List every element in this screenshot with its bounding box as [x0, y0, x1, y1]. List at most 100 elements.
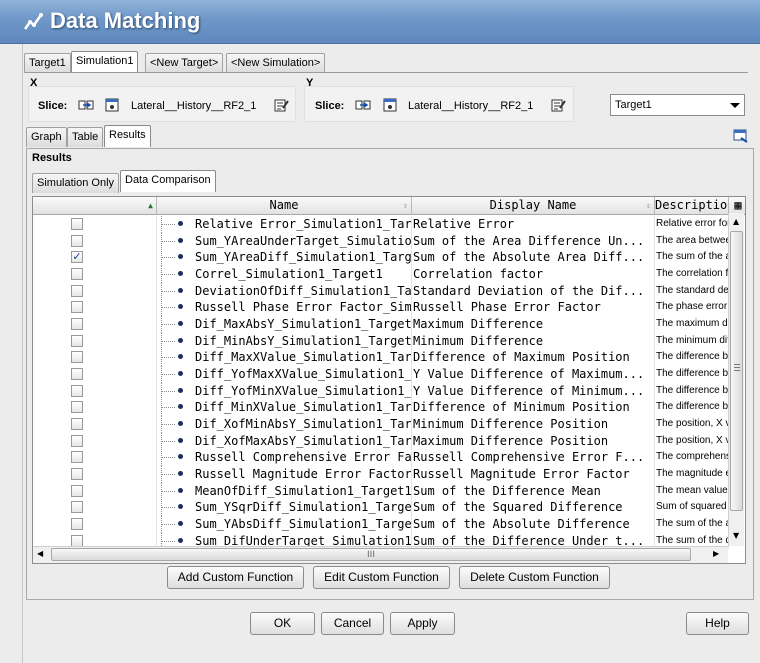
y-slice-window-icon[interactable] [382, 97, 398, 113]
row-checkbox[interactable] [71, 334, 83, 347]
table-row[interactable]: Dif_XofMinAbsY_Simulation1_Target1Minimu… [33, 416, 729, 433]
row-name: DeviationOfDiff_Simulation1_Target1 [195, 283, 412, 298]
table-row[interactable]: Dif_MaxAbsY_Simulation1_Target1 Maximum D… [33, 316, 729, 333]
sort-up-icon: ▲ [148, 201, 153, 210]
row-checkbox[interactable] [71, 418, 83, 431]
row-checkbox[interactable] [71, 368, 83, 381]
row-description: The correlation factor [655, 266, 729, 283]
row-checkbox[interactable] [71, 318, 83, 331]
ok-button[interactable]: OK [250, 612, 315, 635]
row-checkbox[interactable] [71, 501, 83, 514]
tab-graph[interactable]: Graph [26, 127, 67, 147]
row-check-cell [33, 266, 157, 283]
table-row[interactable]: Diff_MinXValue_Simulation1_Target1Differ… [33, 399, 729, 417]
tab-data-comparison[interactable]: Data Comparison [120, 170, 216, 192]
row-description: Sum of squared difference [655, 499, 729, 517]
table-row[interactable]: Diff_YofMinXValue_Simulation1_Target1Y V… [33, 382, 729, 400]
header-description[interactable]: Description [655, 197, 729, 215]
tree-line [161, 340, 175, 342]
row-name: Diff_YofMinXValue_Simulation1_Target1 [195, 383, 412, 398]
header-description-label: Description [655, 198, 729, 212]
scroll-up-icon[interactable]: ▲ [733, 217, 739, 226]
target-select[interactable]: Target1 [610, 94, 745, 116]
add-custom-function-button[interactable]: Add Custom Function [167, 566, 304, 589]
tab-new-simulation[interactable]: <New Simulation> [226, 53, 326, 73]
row-name: MeanOfDiff_Simulation1_Target1 [195, 483, 412, 498]
y-slice-edit-icon[interactable] [550, 97, 566, 113]
table-row[interactable]: ✓ Sum_YAreaDiff_Simulation1_Target1 Sum of… [33, 249, 729, 266]
table-row[interactable]: Russell Magnitude Error Factor Russell Ma… [33, 466, 729, 483]
table-row[interactable]: Correl_Simulation1_Target1 Correlation fa… [33, 266, 729, 283]
vertical-scroll-thumb[interactable] [730, 231, 743, 511]
header-display-name[interactable]: Display Name ⇕ [412, 197, 655, 215]
bullet-icon [178, 487, 183, 493]
delete-custom-function-button[interactable]: Delete Custom Function [459, 566, 610, 589]
tab-target1[interactable]: Target1 [24, 53, 71, 73]
table-row[interactable]: Russell Comprehensive Error FactorRussel… [33, 449, 729, 467]
bullet-icon [178, 237, 183, 243]
table-row[interactable]: Diff_MaxXValue_Simulation1_Target1Differ… [33, 349, 729, 367]
bullet-icon [178, 421, 183, 427]
row-checkbox[interactable] [71, 401, 83, 414]
horizontal-scroll-thumb[interactable]: III [51, 548, 691, 561]
row-display-name: Russell Comprehensive Error F... [412, 449, 655, 467]
edit-custom-function-button[interactable]: Edit Custom Function [313, 566, 450, 589]
tab-simulation-only[interactable]: Simulation Only [32, 173, 120, 193]
row-name-cell: Relative Error_Simulation1_Target1 [157, 216, 412, 233]
table-row[interactable]: DeviationOfDiff_Simulation1_Target1Stand… [33, 282, 729, 300]
header-check[interactable]: ▲ [33, 197, 157, 215]
row-checkbox[interactable] [71, 434, 83, 447]
row-checkbox[interactable] [71, 268, 83, 280]
row-display-name: Difference of Minimum Position [412, 399, 655, 417]
vertical-scrollbar[interactable]: ▲ ▼ [728, 213, 744, 546]
row-display-name: Y Value Difference of Maximum... [412, 366, 655, 383]
row-checkbox[interactable] [71, 234, 83, 247]
horizontal-scrollbar[interactable]: ◀ III ▶ [33, 546, 728, 563]
row-checkbox[interactable] [71, 468, 83, 481]
table-row[interactable]: Dif_MinAbsY_Simulation1_Target1 Minimum D… [33, 332, 729, 350]
row-name: Sum_YAreaUnderTarget_Simulation1 [195, 233, 412, 248]
row-checkbox[interactable] [71, 301, 83, 314]
table-row[interactable]: MeanOfDiff_Simulation1_Target1 Sum of the… [33, 482, 729, 500]
row-name: Sum_YSqrDiff_Simulation1_Target1 [195, 500, 412, 515]
row-checkbox[interactable] [71, 384, 83, 397]
y-slice-select-icon[interactable] [355, 97, 371, 113]
row-checkbox-checked[interactable]: ✓ [71, 251, 83, 264]
tab-simulation1[interactable]: Simulation1 [71, 51, 139, 73]
cancel-button[interactable]: Cancel [321, 612, 384, 635]
data-matching-icon [23, 13, 43, 30]
row-check-cell [33, 449, 157, 467]
x-slice-edit-icon[interactable] [273, 97, 289, 113]
export-icon[interactable] [733, 128, 749, 144]
x-slice-window-icon[interactable] [104, 97, 120, 113]
tab-table[interactable]: Table [67, 127, 104, 147]
apply-button[interactable]: Apply [390, 612, 455, 635]
table-row[interactable]: Relative Error_Simulation1_Target1Relati… [33, 216, 729, 233]
row-checkbox[interactable] [71, 534, 83, 547]
table-row[interactable]: Sum_YAbsDiff_Simulation1_Target1 Sum of t… [33, 516, 729, 533]
help-button[interactable]: Help [686, 612, 749, 635]
tab-results[interactable]: Results [104, 125, 151, 147]
row-checkbox[interactable] [71, 451, 83, 464]
row-checkbox[interactable] [71, 351, 83, 364]
tab-new-target[interactable]: <New Target> [145, 53, 224, 73]
row-checkbox[interactable] [71, 484, 83, 497]
column-chooser-icon: ▦ [734, 198, 742, 212]
table-row[interactable]: Sum_YAreaUnderTarget_Simulation1 Sum of t… [33, 232, 729, 250]
table-row[interactable]: Sum_YSqrDiff_Simulation1_Target1 Sum of t… [33, 499, 729, 517]
row-name: Russell Phase Error Factor_Simulation1 [195, 300, 412, 315]
row-display-name: Sum of the Difference Mean [412, 482, 655, 500]
header-name[interactable]: Name ⇕ [157, 197, 412, 215]
row-checkbox[interactable] [71, 518, 83, 531]
scroll-right-icon[interactable]: ▶ [713, 549, 719, 558]
scroll-down-icon[interactable]: ▼ [733, 531, 739, 540]
results-label: Results [32, 152, 72, 164]
row-checkbox[interactable] [71, 218, 83, 230]
table-row[interactable]: Dif_XofMaxAbsY_Simulation1_Target1Maximu… [33, 432, 729, 450]
table-row[interactable]: Diff_YofMaxXValue_Simulation1_Target1Y V… [33, 366, 729, 383]
row-checkbox[interactable] [71, 284, 83, 297]
table-row[interactable]: Russell Phase Error Factor_Simulation1Ru… [33, 299, 729, 316]
scroll-left-icon[interactable]: ◀ [37, 549, 43, 558]
x-slice-select-icon[interactable] [78, 97, 94, 113]
bullet-icon [178, 404, 183, 410]
